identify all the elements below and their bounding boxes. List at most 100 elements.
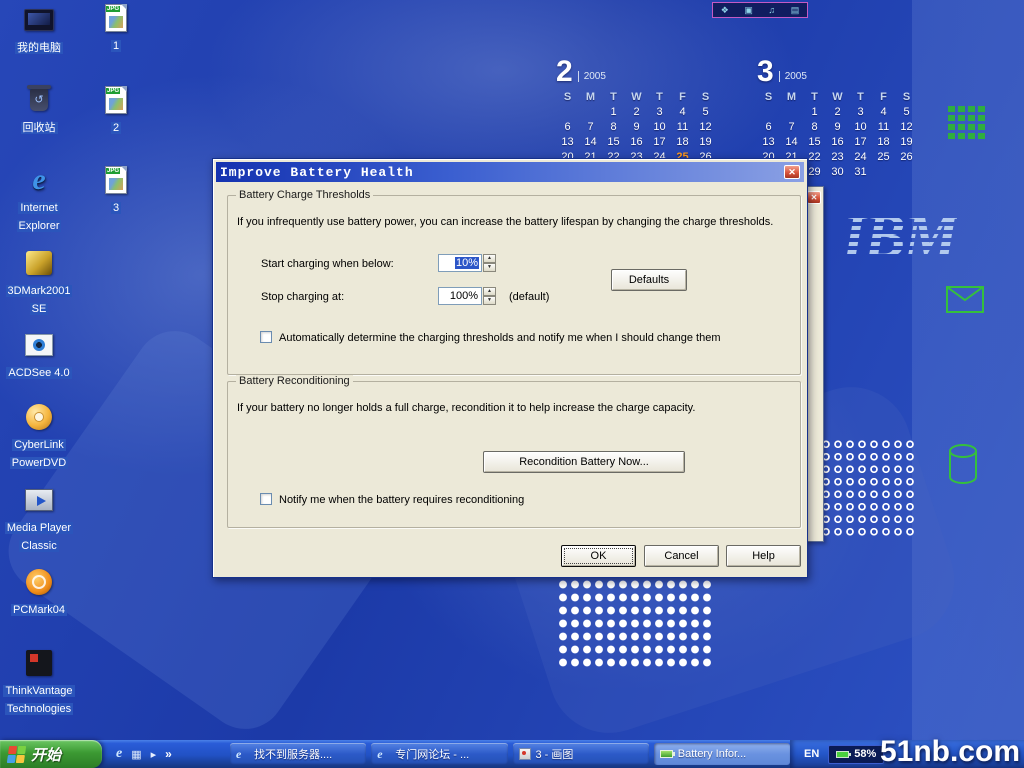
calendar-header: 2 2005: [556, 55, 717, 85]
task-label: Battery Infor...: [678, 748, 746, 760]
task-label: 找不到服务器....: [254, 746, 332, 762]
battery-indicator[interactable]: 58%: [828, 745, 884, 764]
close-icon[interactable]: ✕: [807, 191, 821, 204]
calendar-weekday: S: [895, 91, 918, 103]
start-button[interactable]: 开始: [0, 740, 102, 768]
desktop-icon-media-player-classic[interactable]: Media Player Classic: [1, 484, 77, 554]
calendar-date: 17: [648, 136, 671, 148]
stop-charging-input[interactable]: 100%: [438, 287, 482, 305]
taskbar-task[interactable]: 专门网论坛 - ...: [371, 743, 507, 765]
desktop-icon-recycle-bin[interactable]: 回收站: [1, 84, 77, 136]
calendar-date: 18: [671, 136, 694, 148]
jpg-badge: JPG: [106, 6, 120, 12]
language-indicator[interactable]: EN: [804, 748, 819, 760]
my-computer-icon: [1, 4, 77, 36]
notify-reconditioning-checkbox[interactable]: [260, 493, 272, 505]
marker-icon[interactable]: ❖: [721, 4, 729, 17]
calendar-date: 24: [849, 151, 872, 163]
auto-determine-checkbox[interactable]: [260, 331, 272, 343]
sound-icon[interactable]: ♫: [768, 4, 775, 17]
desktop-icon-internet-explorer[interactable]: e Internet Explorer: [1, 164, 77, 234]
desktop-icon-jpg-3[interactable]: JPG 3: [78, 164, 154, 216]
dialog-titlebar[interactable]: Improve Battery Health ✕: [216, 162, 804, 182]
ie-task-icon: [236, 747, 249, 762]
ie-quicklaunch-icon[interactable]: e: [116, 746, 122, 762]
calendar-date: 1: [602, 106, 625, 118]
calendar-date: [780, 106, 803, 118]
close-icon[interactable]: ✕: [784, 165, 800, 179]
desktop-icon-my-computer[interactable]: 我的电脑: [1, 4, 77, 56]
calendar-date: 19: [694, 136, 717, 148]
calendar-date: 1: [803, 106, 826, 118]
calendar-month: 2: [556, 58, 573, 85]
desktop-icon-3dmark2001[interactable]: 3DMark2001 SE: [1, 247, 77, 317]
spin-down-icon[interactable]: ▼: [483, 296, 496, 305]
calendar-date: 26: [895, 151, 918, 163]
icon-label: 2: [111, 122, 121, 134]
calendar-date: 13: [757, 136, 780, 148]
auto-determine-label: Automatically determine the charging thr…: [279, 332, 720, 344]
thinkvantage-icon: [1, 647, 77, 679]
calendar-date: 10: [849, 121, 872, 133]
calendar-date: 23: [826, 151, 849, 163]
taskbar-task[interactable]: 3 - 画图: [513, 743, 649, 765]
taskbar-task[interactable]: 找不到服务器....: [230, 743, 366, 765]
icon-label: Internet Explorer: [17, 202, 62, 232]
calendar-date: 30: [826, 166, 849, 178]
start-charging-input[interactable]: 10%: [438, 254, 482, 272]
desktop-icon-jpg-1[interactable]: JPG 1: [78, 2, 154, 54]
stop-charging-label: Stop charging at:: [261, 291, 344, 303]
desktop-icon-pcmark04[interactable]: PCMark04: [1, 566, 77, 618]
thumbnail: [109, 16, 123, 28]
desktop-icon-thinkvantage[interactable]: ThinkVantage Technologies: [1, 647, 77, 717]
jpg-badge: JPG: [106, 88, 120, 94]
icon-label: Media Player Classic: [5, 522, 73, 552]
windows-logo-icon: [7, 746, 26, 763]
floating-toolbar[interactable]: ❖ ▣ ♫ ▤: [712, 2, 808, 18]
calendar-date: 11: [872, 121, 895, 133]
calendar-date: [556, 106, 579, 118]
media-player-classic-icon: [1, 484, 77, 516]
default-note: (default): [509, 291, 549, 303]
calendar-weekday: T: [648, 91, 671, 103]
show-desktop-quicklaunch-icon[interactable]: ▦: [131, 748, 141, 761]
desktop-icon-powerdvd[interactable]: CyberLink PowerDVD: [1, 401, 77, 471]
icon-label: 3DMark2001 SE: [6, 285, 73, 315]
cancel-button[interactable]: Cancel: [644, 545, 719, 567]
group-title: Battery Charge Thresholds: [236, 189, 373, 201]
battery-icon: [836, 751, 849, 758]
calendar-date: 5: [694, 106, 717, 118]
calendar-date: 3: [648, 106, 671, 118]
calendar-date: 8: [803, 121, 826, 133]
calendar-date: [872, 166, 895, 178]
defaults-button[interactable]: Defaults: [611, 269, 687, 291]
calendar-date: 17: [849, 136, 872, 148]
calendar-date: 25: [872, 151, 895, 163]
calendar-date: 2: [625, 106, 648, 118]
list-icon[interactable]: ▤: [791, 4, 800, 17]
quicklaunch-overflow-chevron[interactable]: »: [165, 747, 172, 761]
spin-up-icon[interactable]: ▲: [483, 254, 496, 263]
desktop-icon-acdsee[interactable]: ACDSee 4.0: [1, 329, 77, 381]
jpg-file-icon: JPG: [78, 84, 154, 116]
display-icon[interactable]: ▣: [744, 4, 753, 17]
calendar-date: 4: [671, 106, 694, 118]
calendar-date: [895, 166, 918, 178]
powerdvd-icon: [1, 401, 77, 433]
icon-label: 回收站: [21, 122, 58, 134]
calendar-date: 14: [780, 136, 803, 148]
desktop-icon-jpg-2[interactable]: JPG 2: [78, 84, 154, 136]
ok-button[interactable]: OK: [561, 545, 636, 567]
taskbar: 开始 e ▦ ▸ » 找不到服务器.... 专门网论坛 - ... 3 - 画图 Ba…: [0, 740, 1024, 768]
taskbar-task[interactable]: Battery Infor...: [654, 743, 790, 765]
taskbar-tasks: 找不到服务器.... 专门网论坛 - ... 3 - 画图 Battery Infor…: [230, 743, 790, 765]
spin-up-icon[interactable]: ▲: [483, 287, 496, 296]
recondition-battery-button[interactable]: Recondition Battery Now...: [483, 451, 685, 473]
ie-task-icon: [377, 747, 390, 762]
thumbnail: [109, 98, 123, 110]
battery-percent: 58%: [854, 748, 876, 760]
help-button[interactable]: Help: [726, 545, 801, 567]
calendar-weekday: S: [556, 91, 579, 103]
spin-down-icon[interactable]: ▼: [483, 263, 496, 272]
player-quicklaunch-icon[interactable]: ▸: [151, 748, 157, 761]
